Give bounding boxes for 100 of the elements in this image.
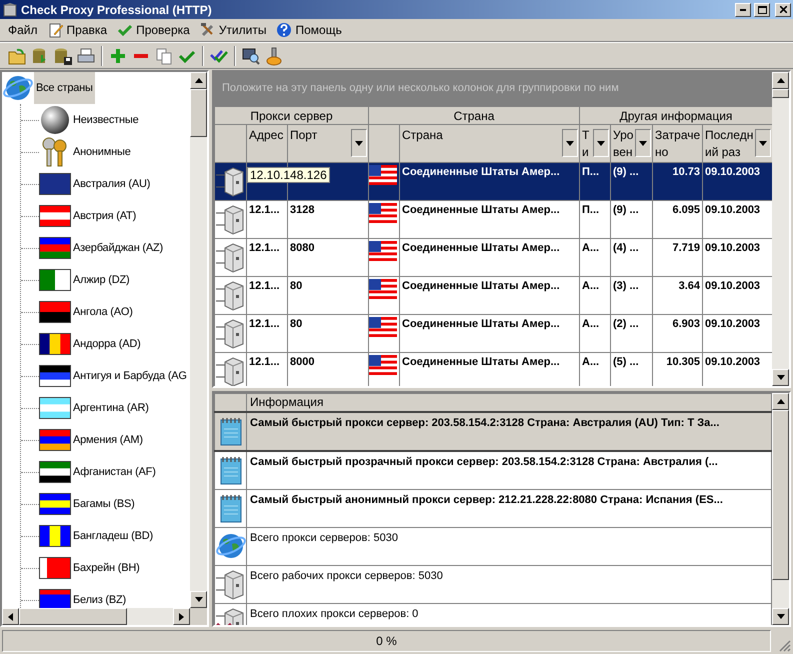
tree-item[interactable]: Антигуя и Барбуда (AG (71, 360, 189, 392)
tree-item[interactable]: Афганистан (AF) (71, 456, 158, 488)
column-label: Страна (402, 127, 443, 144)
scroll-down-button[interactable] (772, 369, 789, 386)
address-tooltip: 12.10.148.126 (247, 167, 330, 183)
tree-item[interactable]: Алжир (DZ) (71, 264, 132, 296)
flag-icon (370, 203, 397, 223)
column-label: Порт (290, 127, 318, 144)
arrow-down-icon (597, 140, 605, 146)
scrollbar-thumb[interactable] (772, 89, 789, 98)
scrollbar[interactable] (772, 72, 789, 386)
scrollbar-thumb[interactable] (190, 89, 207, 137)
tree-item[interactable]: Австралия (AU) (71, 168, 152, 200)
scrollbar-thumb[interactable] (19, 608, 127, 625)
tree-item[interactable]: Неизвестные (71, 104, 141, 136)
table-cell: 12.1... (246, 276, 288, 314)
filter-dropdown-button[interactable] (635, 129, 651, 157)
column-header[interactable]: Порт (288, 124, 368, 162)
tree-item[interactable]: Анонимные (71, 136, 133, 168)
tree-item[interactable]: Андорра (AD) (71, 328, 143, 360)
menu-item[interactable]: Проверка (113, 20, 194, 40)
table-cell: (5) ... (610, 352, 652, 386)
scroll-up-button[interactable] (772, 393, 789, 410)
menu-item[interactable]: Правка (44, 20, 112, 40)
stamp-icon (264, 46, 284, 66)
flag-icon (39, 269, 71, 291)
tree-item[interactable]: Все страны (34, 72, 95, 104)
tree-item[interactable]: Азербайджан (AZ) (71, 232, 166, 264)
scroll-down-button[interactable] (772, 608, 789, 625)
arrow-up-icon (776, 399, 784, 404)
table-cell: П... (580, 200, 610, 238)
server-icon (216, 317, 246, 349)
table-cell: Соединенные Штаты Амер... (400, 200, 580, 238)
column-label: Т и (582, 127, 590, 161)
arrow-down-icon (759, 140, 768, 146)
tree-item[interactable]: Багамы (BS) (71, 488, 137, 520)
scrollbar[interactable] (2, 608, 190, 625)
tree-item[interactable]: Армения (AM) (71, 424, 145, 456)
minus-icon (134, 54, 148, 58)
table-cell: 80 (288, 276, 368, 314)
resize-grip-icon (779, 640, 791, 652)
column-header[interactable]: Адрес (246, 124, 288, 162)
column-group-header: Страна (368, 106, 580, 124)
tree-item[interactable]: Белиз (BZ) (71, 584, 128, 608)
arrow-right-icon (179, 612, 184, 620)
group-by-hint: Положите на эту панель одну или несколько колонок для группировки по ним (222, 82, 619, 94)
column-header[interactable]: Последн ий раз (702, 124, 772, 162)
column-header[interactable]: Уро вен (610, 124, 652, 162)
column-header[interactable] (214, 394, 246, 412)
menu-item[interactable]: Файл (4, 21, 42, 39)
arrow-down-icon (776, 375, 784, 380)
server-icon (216, 203, 246, 235)
filter-dropdown-button[interactable] (593, 129, 609, 157)
maximize-button[interactable] (754, 2, 770, 16)
server-icon (216, 241, 246, 273)
scroll-up-button[interactable] (190, 72, 207, 89)
close-button[interactable] (775, 2, 791, 16)
scrollbar-thumb[interactable] (772, 410, 789, 580)
tools-icon (200, 22, 216, 38)
tree-item[interactable]: Ангола (AO) (71, 296, 135, 328)
table-cell: А... (580, 238, 610, 276)
scroll-right-button[interactable] (173, 608, 190, 625)
table-cell: 3.64 (652, 276, 702, 314)
table-row[interactable]: 12.1... 8080 Соединенные Штаты Амер... А... (4) ... 7.719 09.10.2003 (214, 238, 772, 276)
tree-item[interactable]: Бангладеш (BD) (71, 520, 155, 552)
flag-icon (39, 365, 71, 387)
column-group-header: Прокси сервер (214, 106, 368, 124)
filter-dropdown-button[interactable] (755, 129, 772, 157)
column-header[interactable]: Т и (580, 124, 610, 162)
table-cell: 09.10.2003 (702, 162, 772, 200)
column-header[interactable]: Информация (246, 394, 772, 412)
window-title: Check Proxy Professional (HTTP) (21, 2, 213, 16)
minimize-button[interactable] (735, 2, 751, 16)
column-header[interactable]: Страна (400, 124, 580, 162)
table-cell: Соединенные Штаты Амер... (400, 238, 580, 276)
menu-item[interactable]: Утилиты (196, 20, 270, 40)
flag-icon (39, 301, 71, 323)
table-row[interactable]: 12.1... 80 Соединенные Штаты Амер... А... (3) ... 3.64 09.10.2003 (214, 276, 772, 314)
table-row[interactable]: 12.1... 3128 Соединенные Штаты Амер... П... (9) ... 6.095 09.10.2003 (214, 200, 772, 238)
database-save-icon (53, 46, 73, 66)
filter-dropdown-button[interactable] (351, 129, 367, 157)
minimize-icon (740, 8, 746, 10)
table-row[interactable]: 12.1... 8000 Соединенные Штаты Амер... А... (5) ... 10.305 09.10.2003 (214, 352, 772, 386)
table-cell: А... (580, 276, 610, 314)
scroll-down-button[interactable] (190, 591, 207, 608)
tree-item[interactable]: Аргентина (AR) (71, 392, 151, 424)
menu-item[interactable]: Помощь (272, 20, 346, 40)
arrow-down-icon (776, 614, 784, 619)
scroll-up-button[interactable] (772, 72, 789, 89)
scrollbar[interactable] (772, 393, 789, 625)
table-row[interactable]: 12.10.148.126 Соединенные Штаты Амер... П... (9) ... 10.73 09.10.2003 (214, 162, 772, 200)
monitor-magnifier-icon (241, 46, 261, 66)
filter-dropdown-button[interactable] (562, 129, 578, 157)
scrollbar[interactable] (190, 72, 207, 608)
tree-item[interactable]: Бахрейн (BH) (71, 552, 142, 584)
table-cell: (2) ... (610, 314, 652, 352)
tree-item[interactable]: Австрия (AT) (71, 200, 138, 232)
table-row[interactable]: 12.1... 80 Соединенные Штаты Амер... А... (2) ... 6.903 09.10.2003 (214, 314, 772, 352)
scroll-left-button[interactable] (2, 608, 19, 625)
check-icon (117, 22, 134, 38)
